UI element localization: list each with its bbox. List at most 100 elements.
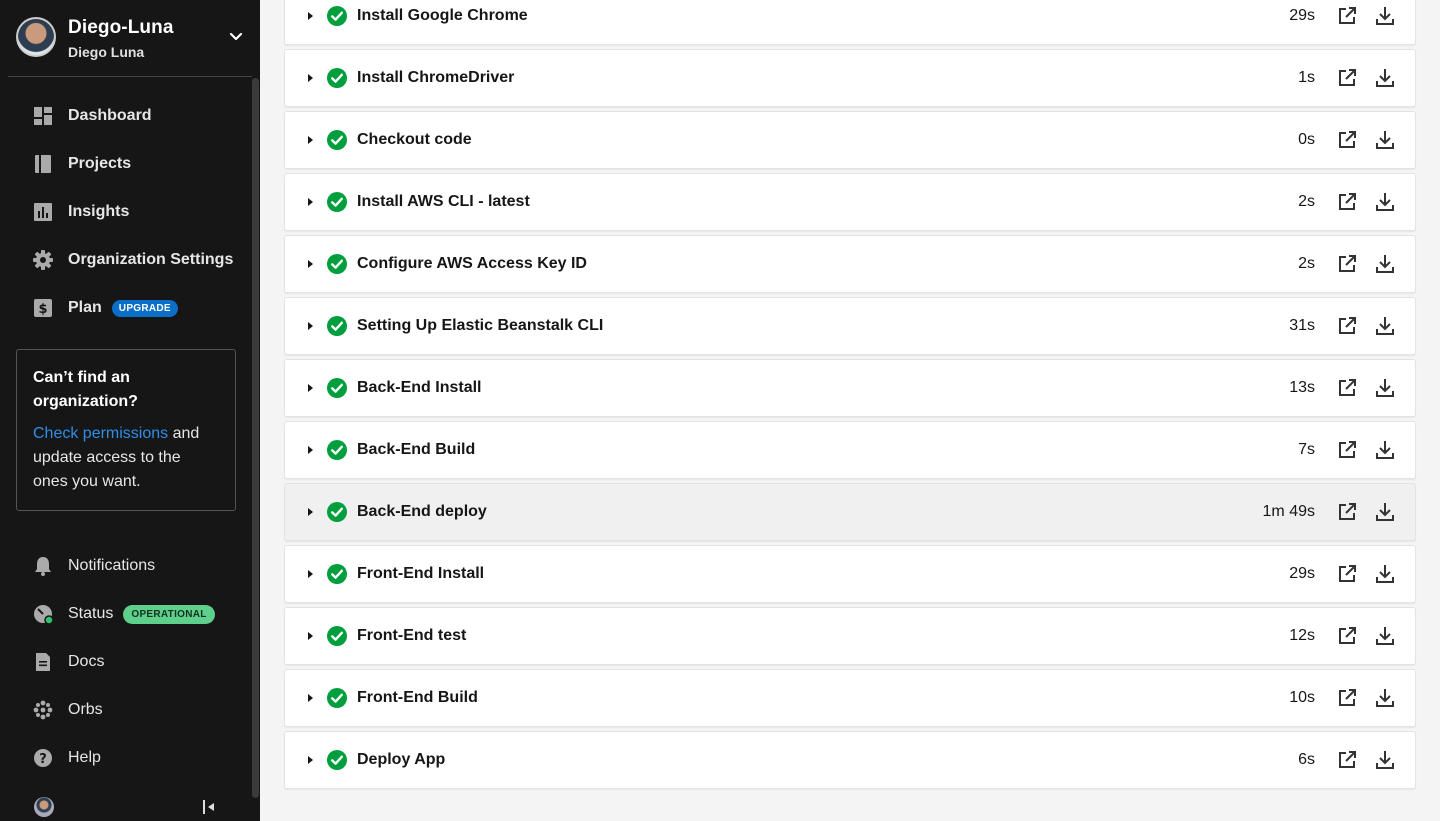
external-link-icon[interactable] [1337, 130, 1357, 150]
external-link-icon[interactable] [1337, 688, 1357, 708]
step-row[interactable]: Back-End Install 13s [284, 359, 1416, 417]
sidebar: Diego-Luna Diego Luna Dashboard Projects… [0, 0, 260, 821]
caret-right-icon[interactable] [305, 11, 315, 21]
caret-right-icon[interactable] [305, 445, 315, 455]
step-row[interactable]: Install ChromeDriver 1s [284, 49, 1416, 107]
external-link-icon[interactable] [1337, 626, 1357, 646]
download-icon[interactable] [1375, 254, 1395, 274]
external-link-icon[interactable] [1337, 6, 1357, 26]
step-row[interactable]: Back-End Build 7s [284, 421, 1416, 479]
download-icon[interactable] [1375, 316, 1395, 336]
step-name: Front-End Build [357, 689, 478, 706]
caret-right-icon[interactable] [305, 693, 315, 703]
step-duration: 13s [1289, 379, 1315, 396]
step-duration: 0s [1298, 131, 1315, 148]
download-icon[interactable] [1375, 750, 1395, 770]
step-name: Install ChromeDriver [357, 69, 515, 86]
step-duration: 1m 49s [1262, 503, 1315, 520]
caret-right-icon[interactable] [305, 135, 315, 145]
sidebar-item-status[interactable]: Status OPERATIONAL [32, 602, 215, 626]
caret-right-icon[interactable] [305, 321, 315, 331]
caret-right-icon[interactable] [305, 73, 315, 83]
sidebar-item-help[interactable]: ? Help [32, 746, 101, 770]
sidebar-item-label: Status [68, 605, 114, 622]
org-card-title: Can’t find an organization? [33, 369, 138, 410]
step-row[interactable]: Front-End Build 10s [284, 669, 1416, 727]
check-permissions-link[interactable]: Check permissions [33, 425, 168, 442]
caret-right-icon[interactable] [305, 383, 315, 393]
success-check-icon [327, 254, 347, 274]
org-card-body: Check permissions and update access to t… [33, 422, 219, 494]
success-check-icon [327, 564, 347, 584]
sidebar-item-dashboard[interactable]: Dashboard [32, 104, 152, 128]
caret-right-icon[interactable] [305, 259, 315, 269]
step-duration: 2s [1298, 255, 1315, 272]
external-link-icon[interactable] [1337, 440, 1357, 460]
download-icon[interactable] [1375, 440, 1395, 460]
avatar [16, 17, 56, 57]
step-row[interactable]: Configure AWS Access Key ID 2s [284, 235, 1416, 293]
step-row[interactable]: Back-End deploy 1m 49s [284, 483, 1416, 541]
sidebar-item-docs[interactable]: Docs [32, 650, 104, 674]
step-name: Front-End test [357, 627, 467, 644]
step-duration: 31s [1289, 317, 1315, 334]
caret-right-icon[interactable] [305, 569, 315, 579]
sidebar-item-projects[interactable]: Projects [32, 152, 131, 176]
collapse-sidebar-icon[interactable] [200, 798, 218, 816]
user-avatar[interactable] [34, 797, 54, 817]
step-row[interactable]: Install Google Chrome 29s [284, 0, 1416, 45]
download-icon[interactable] [1375, 130, 1395, 150]
svg-text:?: ? [39, 752, 47, 767]
step-name: Install AWS CLI - latest [357, 193, 530, 210]
download-icon[interactable] [1375, 6, 1395, 26]
success-check-icon [327, 626, 347, 646]
download-icon[interactable] [1375, 688, 1395, 708]
step-row[interactable]: Setting Up Elastic Beanstalk CLI 31s [284, 297, 1416, 355]
sidebar-item-label: Dashboard [68, 107, 152, 124]
sidebar-item-insights[interactable]: Insights [32, 200, 129, 224]
step-duration: 6s [1298, 751, 1315, 768]
step-row[interactable]: Deploy App 6s [284, 731, 1416, 789]
step-name: Back-End Build [357, 441, 476, 458]
orbs-icon [32, 699, 54, 721]
success-check-icon [327, 68, 347, 88]
sidebar-item-notifications[interactable]: Notifications [32, 554, 155, 578]
sidebar-item-orbs[interactable]: Orbs [32, 698, 103, 722]
external-link-icon[interactable] [1337, 502, 1357, 522]
external-link-icon[interactable] [1337, 378, 1357, 398]
step-row[interactable]: Checkout code 0s [284, 111, 1416, 169]
download-icon[interactable] [1375, 564, 1395, 584]
step-name: Checkout code [357, 131, 472, 148]
external-link-icon[interactable] [1337, 750, 1357, 770]
step-row[interactable]: Front-End Install 29s [284, 545, 1416, 603]
download-icon[interactable] [1375, 192, 1395, 212]
caret-right-icon[interactable] [305, 197, 315, 207]
org-switcher[interactable]: Diego-Luna Diego Luna [8, 0, 252, 77]
step-duration: 10s [1289, 689, 1315, 706]
external-link-icon[interactable] [1337, 564, 1357, 584]
external-link-icon[interactable] [1337, 68, 1357, 88]
download-icon[interactable] [1375, 502, 1395, 522]
sidebar-item-label: Plan [68, 299, 102, 316]
chevron-down-icon[interactable] [228, 28, 244, 44]
download-icon[interactable] [1375, 378, 1395, 398]
status-gauge-icon [32, 603, 54, 625]
success-check-icon [327, 688, 347, 708]
caret-right-icon[interactable] [305, 507, 315, 517]
external-link-icon[interactable] [1337, 254, 1357, 274]
success-check-icon [327, 316, 347, 336]
download-icon[interactable] [1375, 626, 1395, 646]
upgrade-badge[interactable]: UPGRADE [111, 299, 178, 317]
external-link-icon[interactable] [1337, 192, 1357, 212]
caret-right-icon[interactable] [305, 631, 315, 641]
step-row[interactable]: Front-End test 12s [284, 607, 1416, 665]
success-check-icon [327, 502, 347, 522]
step-row[interactable]: Install AWS CLI - latest 2s [284, 173, 1416, 231]
sidebar-scrollbar[interactable] [252, 78, 259, 798]
download-icon[interactable] [1375, 68, 1395, 88]
sidebar-item-plan[interactable]: $ Plan UPGRADE [32, 296, 178, 320]
sidebar-item-organization-settings[interactable]: Organization Settings [32, 248, 233, 272]
external-link-icon[interactable] [1337, 316, 1357, 336]
step-duration: 29s [1289, 565, 1315, 582]
caret-right-icon[interactable] [305, 755, 315, 765]
